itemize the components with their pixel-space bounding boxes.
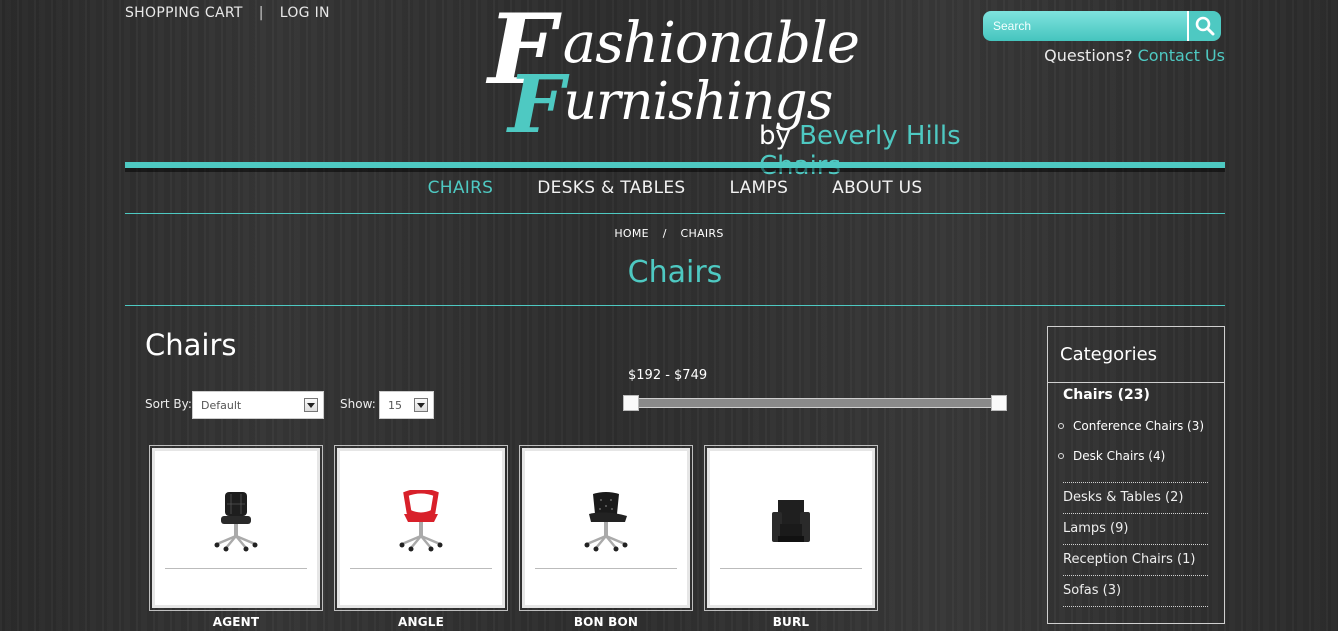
price-range-label: $192 - $749 [628,368,708,383]
category-item[interactable]: Lamps (9) [1063,513,1208,544]
categories-sidebar: Categories Chairs (23) Conference Chairs… [1047,326,1225,624]
nav-divider [125,213,1225,214]
logo-line1: ashionable [546,11,860,76]
heading-divider [125,305,1225,306]
sub-category-label[interactable]: Conference Chairs (3) [1073,419,1204,433]
product-name[interactable]: ANGLE [337,615,505,629]
sort-by-label: Sort By: [145,397,192,411]
questions-label: Questions? [1044,46,1133,65]
sub-category-label[interactable]: Desk Chairs (4) [1073,449,1165,463]
category-title: Chairs [145,328,237,362]
product-card[interactable]: BURL [704,445,878,629]
price-slider-min-handle[interactable] [623,395,639,411]
logo-byline: by Beverly Hills Chairs [759,121,988,181]
nav-shadow [125,168,1225,172]
product-card[interactable]: AGENT [149,445,323,629]
show-count-select[interactable]: 15 [379,391,434,419]
breadcrumb-separator: / [662,227,667,240]
nav-about-us[interactable]: ABOUT US [832,178,922,204]
bullet-icon [1058,453,1064,459]
black-armchair-icon [772,500,810,542]
sort-by-value: Default [201,398,242,412]
product-card[interactable]: BON BON [519,445,693,629]
shopping-cart-link[interactable]: SHOPPING CART [125,5,243,21]
product-divider [720,568,862,569]
product-card[interactable]: ANGLE [334,445,508,629]
show-label: Show: [340,397,376,411]
nav-chairs[interactable]: CHAIRS [428,178,494,204]
category-item[interactable]: Reception Chairs (1) [1063,544,1208,575]
chevron-down-icon [414,398,428,412]
logo-by: by [759,121,791,151]
category-chairs[interactable]: Chairs (23) [1063,387,1150,403]
top-links-separator: | [258,5,264,21]
sort-by-select[interactable]: Default [192,391,324,419]
breadcrumb: HOME / CHAIRS [0,227,1338,240]
top-links: SHOPPING CART | LOG IN [125,5,330,21]
sub-category-item[interactable]: Desk Chairs (4) [1058,449,1165,463]
nav-desks-tables[interactable]: DESKS & TABLES [537,178,685,204]
sub-category-item[interactable]: Conference Chairs (3) [1058,419,1204,433]
product-image-frame[interactable] [334,445,508,611]
page-title: Chairs [627,255,723,290]
search-icon [1195,16,1215,36]
product-divider [350,568,492,569]
search-bar [983,11,1221,41]
product-image-frame[interactable] [149,445,323,611]
show-count-value: 15 [388,398,402,412]
black-office-chair-icon [214,492,258,552]
sidebar-divider [1048,382,1224,383]
product-image-frame[interactable] [704,445,878,611]
search-button[interactable] [1187,11,1221,41]
questions-text: Questions? Contact Us [1044,46,1225,65]
site-logo[interactable]: F ashionable F urnishings by Beverly Hil… [488,2,988,182]
chevron-down-icon [304,398,318,412]
log-in-link[interactable]: LOG IN [280,5,330,21]
product-divider [535,568,677,569]
category-list-end [1063,606,1208,607]
product-name[interactable]: BURL [707,615,875,629]
product-name[interactable]: BON BON [522,615,690,629]
category-item[interactable]: Sofas (3) [1063,575,1208,606]
product-divider [165,568,307,569]
breadcrumb-current: CHAIRS [680,227,724,240]
contact-us-link[interactable]: Contact Us [1138,46,1225,65]
main-nav: CHAIRS DESKS & TABLES LAMPS ABOUT US [125,178,1225,204]
sidebar-title: Categories [1060,344,1158,365]
bullet-icon [1058,423,1064,429]
category-item[interactable]: Desks & Tables (2) [1063,482,1208,513]
product-name[interactable]: AGENT [152,615,320,629]
search-input[interactable] [983,11,1188,41]
price-slider-max-handle[interactable] [991,395,1007,411]
price-slider-track[interactable] [631,398,1001,408]
black-tufted-chair-icon [584,492,628,552]
breadcrumb-home[interactable]: HOME [614,227,649,240]
product-image-frame[interactable] [519,445,693,611]
red-office-chair-icon [399,490,443,552]
nav-lamps[interactable]: LAMPS [729,178,788,204]
